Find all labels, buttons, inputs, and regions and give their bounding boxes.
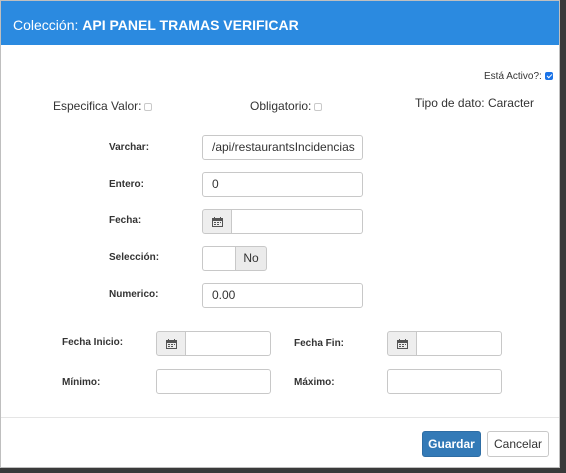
- fecha-fin-calendar-button[interactable]: [387, 331, 417, 356]
- collection-modal: Colección: API PANEL TRAMAS VERIFICAR Es…: [0, 0, 560, 468]
- seleccion-toggle-no[interactable]: No: [235, 246, 267, 271]
- fecha-label: Fecha:: [109, 215, 142, 226]
- specific-value-field: Especifica Valor:: [53, 99, 153, 113]
- modal-title: Colección: API PANEL TRAMAS VERIFICAR: [13, 17, 299, 33]
- seleccion-toggle-yes[interactable]: [202, 246, 235, 271]
- calendar-icon: [166, 339, 177, 349]
- varchar-input[interactable]: /api/restaurantsIncidencias: [202, 135, 363, 160]
- specific-value-label: Especifica Valor:: [53, 99, 142, 113]
- modal-title-prefix: Colección:: [13, 17, 83, 33]
- minimo-label: Mínimo:: [62, 377, 101, 388]
- data-type-value: Caracter: [487, 96, 534, 110]
- fecha-input[interactable]: [232, 209, 363, 234]
- active-checkbox[interactable]: [544, 72, 553, 81]
- calendar-icon: [212, 217, 223, 227]
- numerico-input[interactable]: 0.00: [202, 283, 363, 308]
- modal-header: Colección: API PANEL TRAMAS VERIFICAR: [1, 1, 559, 45]
- required-checkbox[interactable]: [314, 102, 323, 111]
- entero-input[interactable]: 0: [202, 172, 363, 197]
- minimo-input[interactable]: [156, 369, 271, 394]
- varchar-label: Varchar:: [109, 142, 150, 153]
- maximo-input[interactable]: [387, 369, 502, 394]
- footer-divider: [1, 417, 559, 418]
- required-field: Obligatorio:: [250, 99, 323, 113]
- specific-value-checkbox[interactable]: [144, 102, 153, 111]
- fecha-calendar-button[interactable]: [202, 209, 232, 234]
- active-field: Está Activo?:: [484, 70, 553, 84]
- cancel-button[interactable]: Cancelar: [487, 431, 549, 457]
- fecha-inicio-calendar-button[interactable]: [156, 331, 186, 356]
- maximo-label: Máximo:: [294, 377, 335, 388]
- modal-title-collection: API PANEL TRAMAS VERIFICAR: [82, 17, 299, 33]
- active-label: Está Activo?:: [484, 71, 542, 82]
- numerico-label: Numerico:: [109, 289, 159, 300]
- seleccion-label: Selección:: [109, 252, 160, 263]
- calendar-icon: [397, 339, 408, 349]
- save-button[interactable]: Guardar: [422, 431, 481, 457]
- required-label: Obligatorio:: [250, 99, 312, 113]
- entero-label: Entero:: [109, 179, 144, 190]
- fecha-fin-input[interactable]: [417, 331, 502, 356]
- data-type-field: Tipo de dato: Caracter: [415, 96, 534, 110]
- fecha-fin-label: Fecha Fin:: [294, 338, 345, 349]
- fecha-inicio-label: Fecha Inicio:: [62, 337, 124, 348]
- data-type-label: Tipo de dato:: [415, 96, 485, 110]
- fecha-inicio-input[interactable]: [186, 331, 271, 356]
